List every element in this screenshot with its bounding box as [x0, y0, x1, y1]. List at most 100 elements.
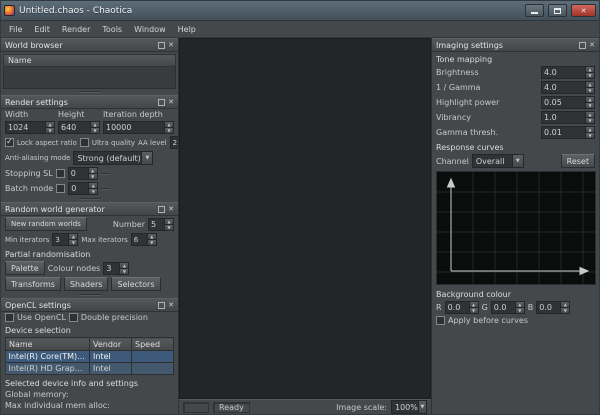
- double-precision-checkbox[interactable]: [69, 313, 78, 322]
- vibrancy-spinner[interactable]: 1.0 ▲▼: [541, 111, 595, 124]
- menu-tools[interactable]: Tools: [96, 23, 128, 36]
- aa-level-spinner[interactable]: 2 ▲▼: [170, 136, 178, 149]
- separator-dash: [101, 188, 110, 190]
- spin-down-icon[interactable]: ▼: [91, 127, 99, 133]
- aa-mode-dropdown[interactable]: Strong (default) ▼: [73, 151, 153, 165]
- number-value: 5: [149, 219, 164, 230]
- float-panel-icon[interactable]: [579, 42, 586, 49]
- response-curve-editor[interactable]: [436, 171, 596, 285]
- palette-button[interactable]: Palette: [5, 261, 45, 275]
- highlight-power-spinner[interactable]: 0.05 ▲▼: [541, 96, 595, 109]
- menu-window[interactable]: Window: [128, 23, 172, 36]
- menu-help[interactable]: Help: [172, 23, 202, 36]
- float-panel-icon[interactable]: [158, 302, 165, 309]
- number-label: Number: [113, 220, 145, 229]
- spin-down-icon[interactable]: ▼: [561, 307, 569, 313]
- menu-edit[interactable]: Edit: [28, 23, 56, 36]
- width-spinner[interactable]: 1024 ▲▼: [5, 121, 55, 134]
- ultra-quality-checkbox[interactable]: [80, 138, 89, 147]
- float-panel-icon[interactable]: [158, 99, 165, 106]
- close-panel-icon[interactable]: ✕: [168, 302, 174, 309]
- bg-r-spinner[interactable]: 0.0 ▲▼: [445, 301, 479, 314]
- bg-b-spinner[interactable]: 0.0 ▲▼: [536, 301, 570, 314]
- close-panel-icon[interactable]: ✕: [168, 99, 174, 106]
- titlebar[interactable]: Untitled.chaos - Chaotica ✕: [1, 1, 599, 21]
- apply-before-curves-checkbox[interactable]: [436, 316, 445, 325]
- gamma-thresh-spinner[interactable]: 0.01 ▲▼: [541, 126, 595, 139]
- close-panel-icon[interactable]: ✕: [168, 42, 174, 49]
- device-row[interactable]: Intel(R) HD Grap... Intel: [6, 363, 174, 375]
- aa-mode-row: Anti-aliasing mode Strong (default) ▼: [1, 150, 178, 166]
- imaging-settings-header[interactable]: Imaging settings ✕: [432, 38, 599, 52]
- world-list-name-header[interactable]: Name: [3, 54, 176, 67]
- vibrancy-value: 1.0: [542, 112, 585, 123]
- spin-down-icon[interactable]: ▼: [165, 127, 173, 133]
- selectors-button[interactable]: Selectors: [111, 277, 160, 291]
- random-world-header[interactable]: Random world generator ✕: [1, 202, 178, 216]
- transforms-button[interactable]: Transforms: [5, 277, 61, 291]
- opencl-settings-header[interactable]: OpenCL settings ✕: [1, 298, 178, 312]
- spin-down-icon[interactable]: ▼: [516, 307, 524, 313]
- close-panel-icon[interactable]: ✕: [168, 206, 174, 213]
- render-canvas[interactable]: [179, 38, 431, 399]
- spin-down-icon[interactable]: ▼: [165, 224, 173, 230]
- spin-down-icon[interactable]: ▼: [89, 173, 97, 179]
- global-memory-row: Global memory:: [1, 389, 178, 400]
- shaders-button[interactable]: Shaders: [64, 277, 109, 291]
- bg-g-spinner[interactable]: 0.0 ▲▼: [491, 301, 525, 314]
- float-panel-icon[interactable]: [158, 206, 165, 213]
- gamma-spinner[interactable]: 4.0 ▲▼: [541, 81, 595, 94]
- spin-down-icon[interactable]: ▼: [470, 307, 478, 313]
- spin-down-icon[interactable]: ▼: [89, 188, 97, 194]
- spin-down-icon[interactable]: ▼: [586, 72, 594, 78]
- iteration-depth-spinner[interactable]: 10000 ▲▼: [103, 121, 174, 134]
- min-iterators-spinner[interactable]: 3 ▲▼: [52, 233, 78, 246]
- device-row[interactable]: Intel(R) Core(TM)... Intel: [6, 351, 174, 363]
- spin-down-icon[interactable]: ▼: [586, 102, 594, 108]
- app-icon: [4, 5, 15, 16]
- channel-dropdown[interactable]: Overall ▼: [472, 154, 524, 168]
- render-size-labels: Width Height Iteration depth: [1, 109, 178, 120]
- batch-mode-checkbox[interactable]: [56, 184, 65, 193]
- reset-curves-button[interactable]: Reset: [561, 154, 595, 168]
- lock-aspect-checkbox[interactable]: ✓: [5, 138, 14, 147]
- brightness-label: Brightness: [436, 68, 479, 77]
- float-panel-icon[interactable]: [158, 42, 165, 49]
- app-window: Untitled.chaos - Chaotica ✕ File Edit Re…: [0, 0, 600, 415]
- minimize-button[interactable]: [525, 4, 544, 17]
- batch-mode-row: Batch mode 0 ▲▼: [1, 181, 178, 196]
- device-table-header-speed[interactable]: Speed: [132, 338, 174, 351]
- max-iterators-spinner[interactable]: 6 ▲▼: [131, 233, 157, 246]
- spin-down-icon[interactable]: ▼: [69, 239, 77, 245]
- world-list[interactable]: [3, 67, 176, 89]
- number-spinner[interactable]: 5 ▲▼: [148, 218, 174, 231]
- dock-controls: ✕: [158, 42, 174, 49]
- vibrancy-label: Vibrancy: [436, 113, 471, 122]
- close-panel-icon[interactable]: ✕: [589, 42, 595, 49]
- new-random-worlds-button[interactable]: New random worlds: [5, 217, 87, 231]
- device-table-header-vendor[interactable]: Vendor: [90, 338, 132, 351]
- brightness-spinner[interactable]: 4.0 ▲▼: [541, 66, 595, 79]
- image-scale-dropdown[interactable]: 100% ▼: [391, 400, 427, 414]
- imaging-settings-panel: Imaging settings ✕ Tone mapping Brightne…: [431, 38, 599, 414]
- spin-down-icon[interactable]: ▼: [586, 117, 594, 123]
- use-opencl-checkbox[interactable]: [5, 313, 14, 322]
- spin-down-icon[interactable]: ▼: [46, 127, 54, 133]
- stopping-sl-checkbox[interactable]: [56, 169, 65, 178]
- batch-mode-spinner[interactable]: 0 ▲▼: [68, 182, 98, 195]
- spin-down-icon[interactable]: ▼: [148, 239, 156, 245]
- stopping-sl-spinner[interactable]: 0 ▲▼: [68, 167, 98, 180]
- center-area: Ready Image scale: 100% ▼: [179, 38, 431, 414]
- menu-render[interactable]: Render: [56, 23, 96, 36]
- device-table-header-name[interactable]: Name: [6, 338, 90, 351]
- world-browser-header[interactable]: World browser ✕: [1, 38, 178, 52]
- menu-file[interactable]: File: [3, 23, 28, 36]
- height-spinner[interactable]: 640 ▲▼: [58, 121, 100, 134]
- colour-nodes-spinner[interactable]: 3 ▲▼: [103, 262, 129, 275]
- close-button[interactable]: ✕: [571, 4, 596, 17]
- maximize-button[interactable]: [548, 4, 567, 17]
- spin-down-icon[interactable]: ▼: [586, 132, 594, 138]
- render-settings-header[interactable]: Render settings ✕: [1, 95, 178, 109]
- spin-down-icon[interactable]: ▼: [120, 268, 128, 274]
- spin-down-icon[interactable]: ▼: [586, 87, 594, 93]
